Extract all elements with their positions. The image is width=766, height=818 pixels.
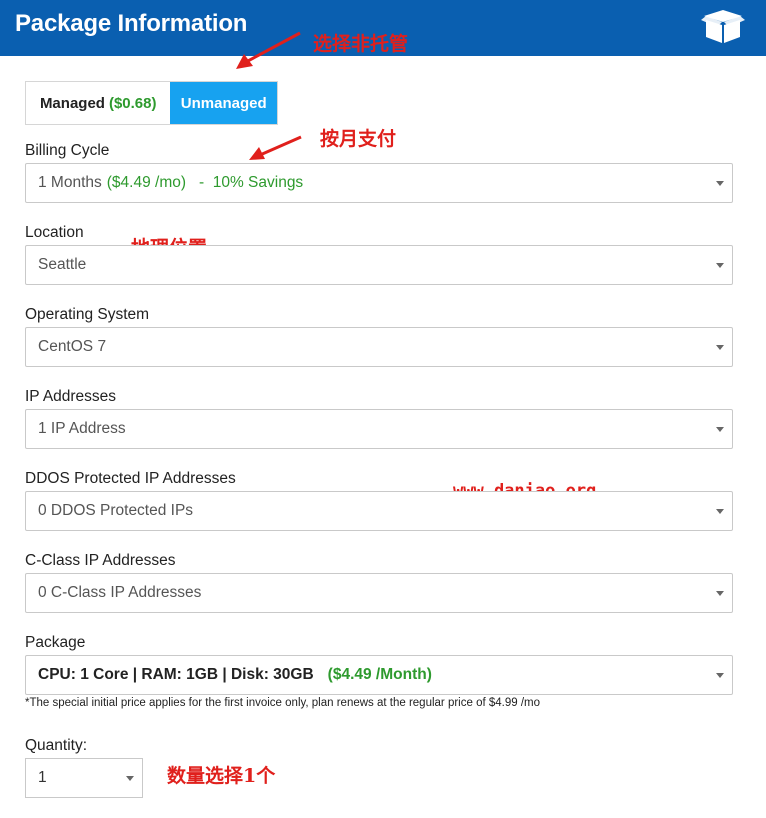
- os-label: Operating System: [25, 306, 150, 323]
- price-note: *The special initial price applies for t…: [25, 697, 540, 709]
- managed-label: Managed: [39, 94, 105, 112]
- location-label: Location: [25, 224, 84, 241]
- annotation-text: 选择非托管: [313, 33, 409, 55]
- managed-price: ($0.68): [108, 94, 157, 112]
- package-label: Package: [25, 634, 86, 651]
- billing-cycle-price: ($4.49 /mo) - 10% Savings: [106, 174, 304, 191]
- billing-cycle-select[interactable]: 1 Months ($4.49 /mo) - 10% Savings: [25, 163, 733, 203]
- chevron-down-icon: [126, 776, 134, 781]
- chevron-down-icon: [716, 427, 724, 432]
- managed-option[interactable]: Managed ($0.68): [26, 82, 170, 124]
- quantity-select[interactable]: 1: [25, 758, 143, 798]
- ddos-value: 0 DDOS Protected IPs: [38, 502, 194, 519]
- unmanaged-option[interactable]: Unmanaged: [170, 82, 277, 124]
- ip-label: IP Addresses: [25, 388, 117, 405]
- cclass-label: C-Class IP Addresses: [25, 552, 176, 569]
- box-icon: [701, 10, 745, 43]
- annotation-arrow: [236, 31, 301, 69]
- quantity-value: 1: [38, 769, 47, 786]
- package-value: CPU: 1 Core | RAM: 1GB | Disk: 30GB: [38, 666, 314, 683]
- cclass-value: 0 C-Class IP Addresses: [38, 584, 202, 601]
- chevron-down-icon: [716, 673, 724, 678]
- ddos-select[interactable]: 0 DDOS Protected IPs: [25, 491, 733, 531]
- package-select[interactable]: CPU: 1 Core | RAM: 1GB | Disk: 30GB ($4.…: [25, 655, 733, 695]
- chevron-down-icon: [716, 591, 724, 596]
- annotation-arrow: [249, 135, 302, 160]
- location-select[interactable]: Seattle: [25, 245, 733, 285]
- ip-select[interactable]: 1 IP Address: [25, 409, 733, 449]
- annotation-text: 数量选择1个: [167, 765, 276, 787]
- chevron-down-icon: [716, 263, 724, 268]
- ddos-label: DDOS Protected IP Addresses: [25, 470, 236, 487]
- chevron-down-icon: [716, 345, 724, 350]
- billing-cycle-value: 1 Months: [38, 174, 102, 191]
- quantity-label: Quantity:: [25, 737, 88, 754]
- ip-value: 1 IP Address: [38, 420, 126, 437]
- management-toggle: Managed ($0.68) Unmanaged: [25, 81, 278, 125]
- cclass-select[interactable]: 0 C-Class IP Addresses: [25, 573, 733, 613]
- location-value: Seattle: [38, 256, 87, 273]
- os-select[interactable]: CentOS 7: [25, 327, 733, 367]
- chevron-down-icon: [716, 509, 724, 514]
- chevron-down-icon: [716, 181, 724, 186]
- billing-cycle-label: Billing Cycle: [25, 142, 110, 159]
- package-price: ($4.49 /Month): [327, 666, 432, 683]
- os-value: CentOS 7: [38, 338, 107, 355]
- page-title: Package Information: [15, 10, 248, 37]
- annotation-text: 按月支付: [320, 128, 397, 150]
